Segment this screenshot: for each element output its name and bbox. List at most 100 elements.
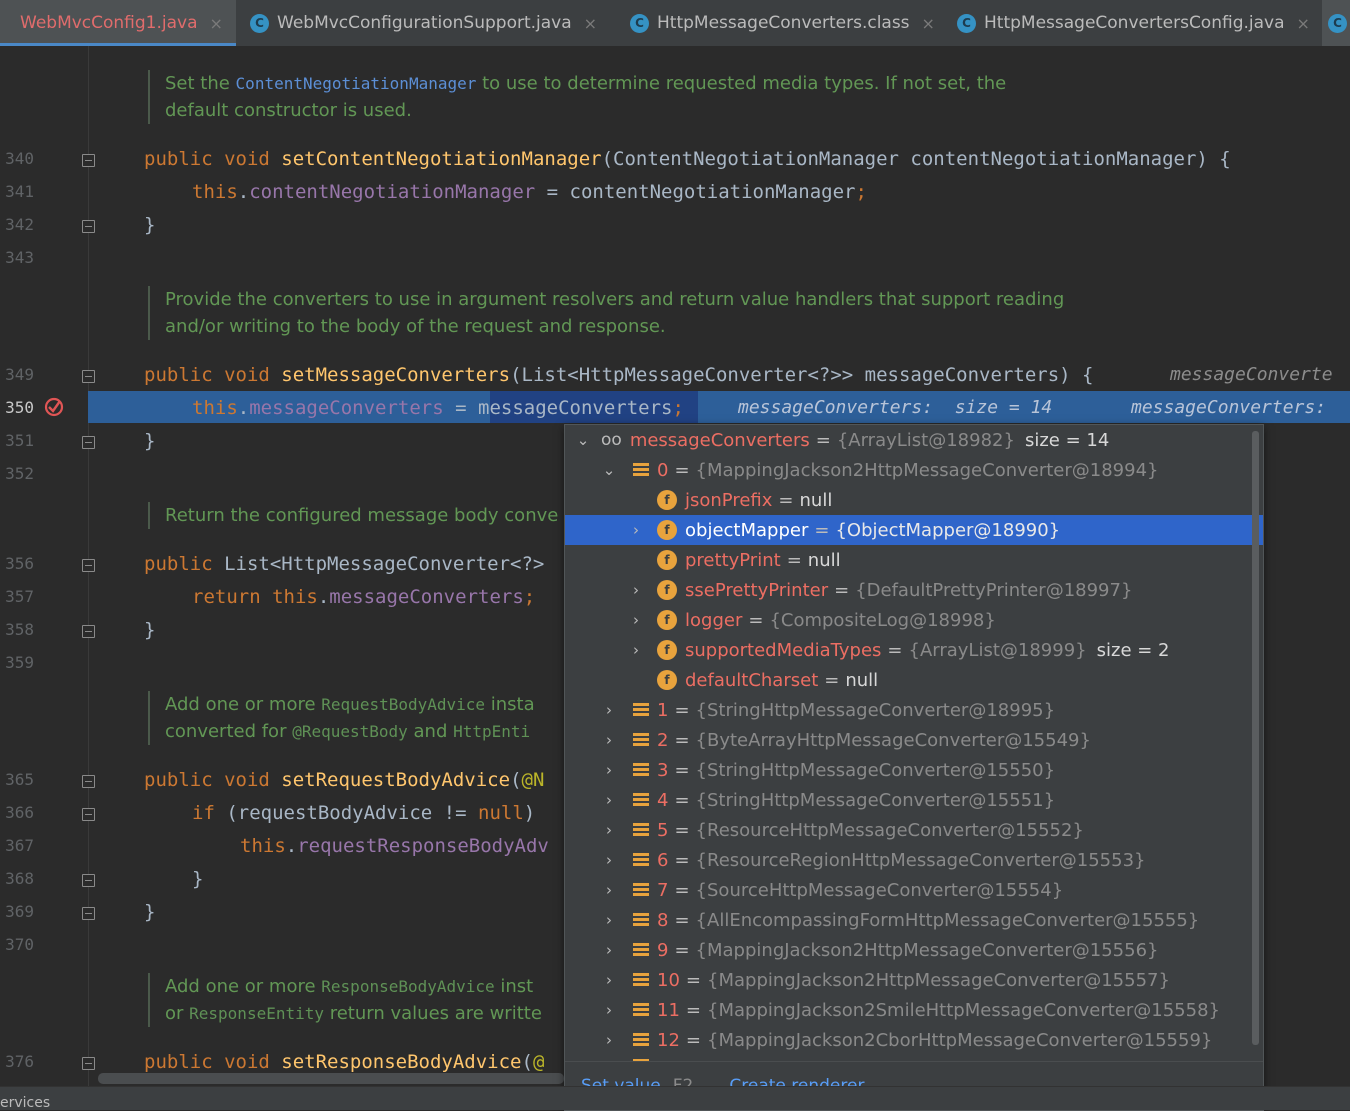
variable-name: 3 [657, 759, 669, 781]
variable-name: 2 [657, 729, 669, 751]
tab-httpmessageconverters-class[interactable]: C HttpMessageConverters.class × [630, 0, 946, 46]
tree-row-field[interactable]: f defaultCharset = null [565, 665, 1263, 695]
line-number: 370 [5, 935, 34, 954]
fold-icon[interactable] [82, 559, 95, 572]
close-icon[interactable]: × [584, 14, 597, 33]
tree-row-field[interactable]: › f logger = {CompositeLog@18998} [565, 605, 1263, 635]
variable-value: {CompositeLog@18998} [769, 609, 996, 631]
tree-row-item[interactable]: › 7 = {SourceHttpMessageConverter@15554} [565, 875, 1263, 905]
fold-icon[interactable] [82, 154, 95, 167]
tree-row-item[interactable]: › 3 = {StringHttpMessageConverter@15550} [565, 755, 1263, 785]
variable-value: {MappingJackson2SmileHttpMessageConverte… [707, 999, 1220, 1021]
chevron-down-icon[interactable]: ⌄ [602, 461, 616, 479]
doc-comment: Return the configured message body conve [148, 502, 565, 529]
line-number: 358 [5, 620, 34, 639]
variable-name: 11 [657, 999, 680, 1021]
close-icon[interactable]: × [210, 14, 223, 33]
tree-row-item[interactable]: › 5 = {ResourceHttpMessageConverter@15552} [565, 815, 1263, 845]
horizontal-scrollbar[interactable] [98, 1073, 564, 1084]
fold-icon[interactable] [82, 874, 95, 887]
fold-icon[interactable] [82, 1057, 95, 1070]
tree-row-item[interactable]: › 12 = {MappingJackson2CborHttpMessageConve… [565, 1025, 1263, 1055]
fold-icon[interactable] [82, 370, 95, 383]
doc-comment: Set the ContentNegotiationManager to use… [148, 70, 1006, 124]
tree-row-field[interactable]: f prettyPrint = null [565, 545, 1263, 575]
code-line: this.requestResponseBodyAdv [240, 835, 549, 857]
variable-value: null [799, 489, 833, 511]
fold-icon[interactable] [82, 775, 95, 788]
fold-icon[interactable] [82, 625, 95, 638]
chevron-right-icon[interactable]: › [602, 701, 616, 719]
tab-label: WebMvcConfigurationSupport.java [277, 13, 572, 33]
variable-name: 5 [657, 819, 669, 841]
variable-name: objectMapper [685, 519, 809, 541]
tree-row-root[interactable]: ⌄ oo messageConverters = {ArrayList@1898… [565, 425, 1263, 455]
status-text: ervices [0, 1095, 51, 1110]
variable-name: messageConverters [629, 429, 810, 451]
line-number: 350 [5, 398, 34, 417]
chevron-right-icon[interactable]: › [602, 881, 616, 899]
tree-row-item[interactable]: › 8 = {AllEncompassingFormHttpMessageConver… [565, 905, 1263, 935]
tree-row-item[interactable]: › 10 = {MappingJackson2HttpMessageConverter… [565, 965, 1263, 995]
chevron-right-icon[interactable]: › [629, 641, 643, 659]
chevron-right-icon[interactable]: › [602, 1031, 616, 1049]
field-icon: f [657, 640, 677, 660]
tree-row-field[interactable]: › f ssePrettyPrinter = {DefaultPrettyPrinter… [565, 575, 1263, 605]
tree-row-item[interactable]: › 6 = {ResourceRegionHttpMessageConverter@1… [565, 845, 1263, 875]
fold-icon[interactable] [82, 436, 95, 449]
tree-row-field[interactable]: › f supportedMediaTypes = {ArrayList@18999} s… [565, 635, 1263, 665]
doc-link[interactable]: ContentNegotiationManager [236, 74, 477, 93]
inline-debug-value: messageConverte [1170, 364, 1333, 385]
tree-row-item[interactable]: › 11 = {MappingJackson2SmileHttpMessageConv… [565, 995, 1263, 1025]
tree-row-item[interactable]: › 9 = {MappingJackson2HttpMessageConverter@… [565, 935, 1263, 965]
popup-scrollbar[interactable] [1252, 431, 1259, 1045]
close-icon[interactable]: × [1297, 14, 1310, 33]
status-bar: ervices [0, 1086, 1350, 1110]
variable-value: {ResourceRegionHttpMessageConverter@1555… [695, 849, 1146, 871]
chevron-right-icon[interactable]: › [602, 911, 616, 929]
close-icon[interactable]: × [922, 14, 935, 33]
chevron-right-icon[interactable]: › [602, 821, 616, 839]
line-number: 340 [5, 149, 34, 168]
chevron-right-icon[interactable]: › [629, 521, 643, 539]
chevron-right-icon[interactable]: › [602, 731, 616, 749]
breakpoint-icon[interactable] [44, 397, 64, 417]
tree-row-item[interactable]: › 1 = {StringHttpMessageConverter@18995} [565, 695, 1263, 725]
list-item-icon [633, 912, 649, 928]
tree-row-item[interactable]: ⌄ 0 = {MappingJackson2HttpMessageConvert… [565, 455, 1263, 485]
list-item-icon [633, 822, 649, 838]
chevron-right-icon[interactable]: › [629, 611, 643, 629]
chevron-right-icon[interactable]: › [602, 851, 616, 869]
variable-value: {ByteArrayHttpMessageConverter@15549} [695, 729, 1091, 751]
watch-icon: oo [601, 430, 622, 450]
chevron-right-icon[interactable]: › [602, 791, 616, 809]
line-number: 376 [5, 1052, 34, 1071]
fold-icon[interactable] [82, 808, 95, 821]
tab-httpmessageconvertersconfig[interactable]: C HttpMessageConvertersConfig.java × [957, 0, 1319, 46]
code-line-current: this.messageConverters = messageConverte… [192, 397, 684, 419]
inline-debug-value[interactable]: messageConverters: [1131, 397, 1326, 418]
variable-value: {SourceHttpMessageConverter@15554} [695, 879, 1064, 901]
chevron-right-icon[interactable]: › [602, 1001, 616, 1019]
chevron-right-icon[interactable]: › [602, 971, 616, 989]
chevron-right-icon[interactable]: › [629, 581, 643, 599]
tab-webmvcconfigurationsupport[interactable]: C WebMvcConfigurationSupport.java × [250, 0, 620, 46]
tab-webmvcconfig1[interactable]: WebMvcConfig1.java × [0, 0, 236, 46]
tree-row-field[interactable]: f jsonPrefix = null [565, 485, 1263, 515]
inline-debug-value[interactable]: messageConverters: size = 14 [738, 397, 1052, 418]
chevron-down-icon[interactable]: ⌄ [576, 431, 590, 449]
list-item-icon [633, 882, 649, 898]
debug-value-popup[interactable]: ⌄ oo messageConverters = {ArrayList@1898… [564, 424, 1264, 1111]
variable-value: null [807, 549, 841, 571]
fold-icon[interactable] [82, 220, 95, 233]
variable-value: {StringHttpMessageConverter@15551} [695, 789, 1056, 811]
fold-icon[interactable] [82, 907, 95, 920]
variable-value: {StringHttpMessageConverter@18995} [695, 699, 1056, 721]
chevron-right-icon[interactable]: › [602, 941, 616, 959]
line-number: 349 [5, 365, 34, 384]
tab-overflow[interactable]: C [1322, 0, 1350, 46]
tree-row-item[interactable]: › 2 = {ByteArrayHttpMessageConverter@15549} [565, 725, 1263, 755]
chevron-right-icon[interactable]: › [602, 761, 616, 779]
tree-row-field[interactable]: › f objectMapper = {ObjectMapper@18990} [565, 515, 1263, 545]
tree-row-item[interactable]: › 4 = {StringHttpMessageConverter@15551} [565, 785, 1263, 815]
